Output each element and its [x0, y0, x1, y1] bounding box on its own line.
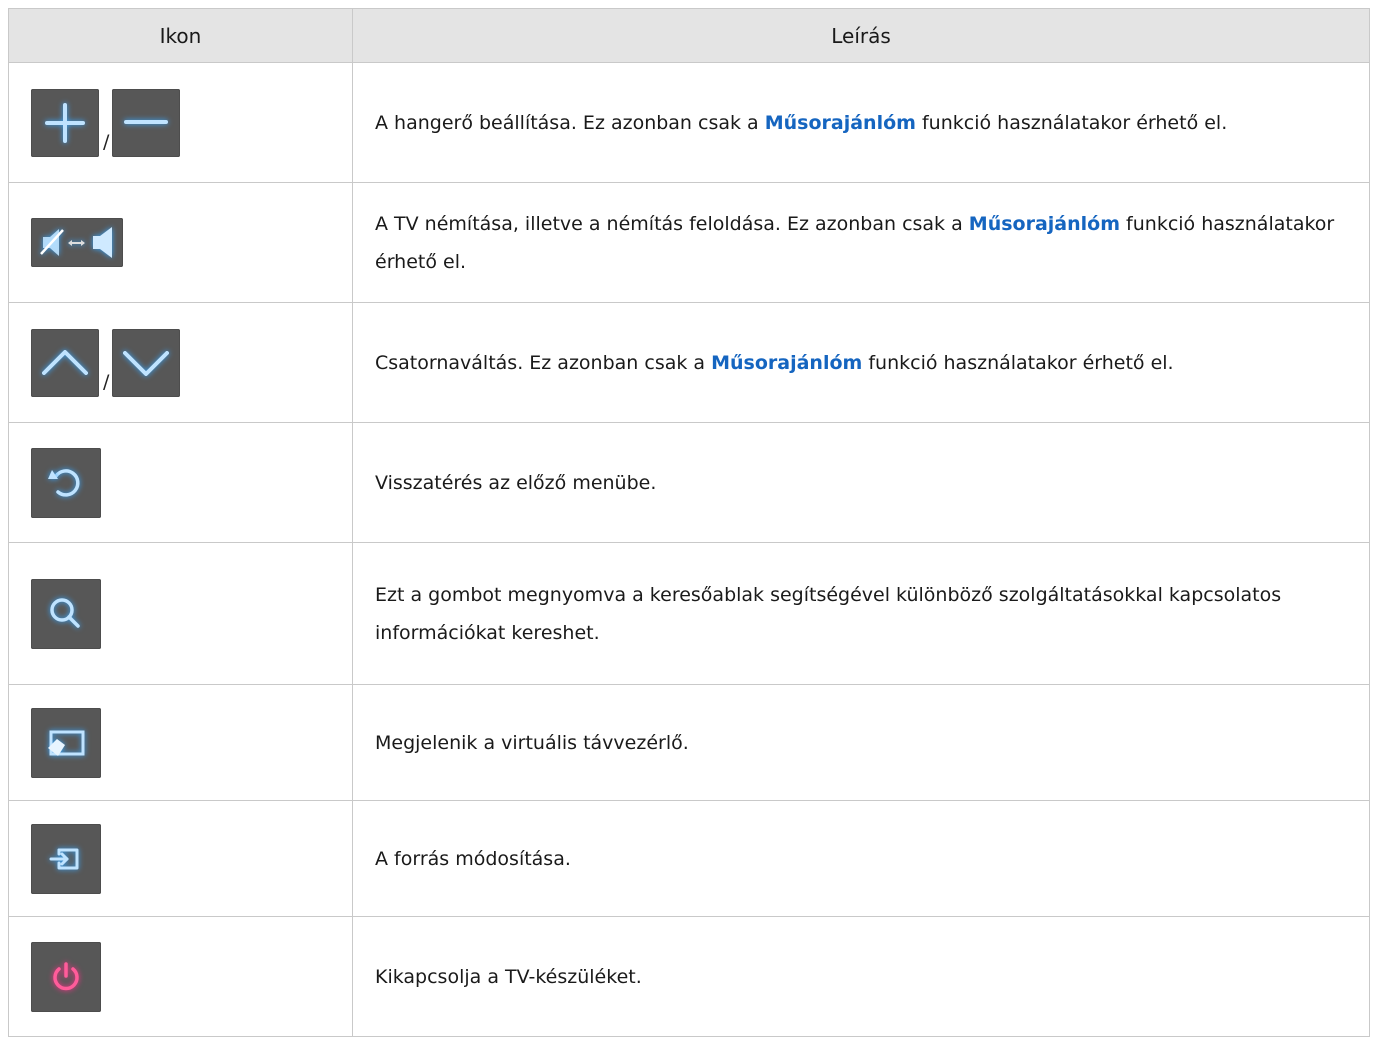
icon-cell — [8, 422, 353, 543]
description-cell: Ezt a gombot megnyomva a keresőablak seg… — [352, 542, 1370, 685]
header-description-column: Leírás — [352, 8, 1370, 63]
description-cell: A hangerő beállítása. Ez azonban csak a … — [352, 62, 1370, 183]
description-text: A TV némítása, illetve a némítás feloldá… — [375, 212, 969, 235]
icon-separator: / — [103, 130, 110, 153]
virtual-remote-icon — [31, 707, 101, 778]
description-cell: Megjelenik a virtuális távvezérlő. — [352, 684, 1370, 801]
icon-cell — [8, 542, 353, 685]
highlight-term: Műsorajánlóm — [711, 351, 863, 374]
description-text: funkció használatakor érhető el. — [862, 351, 1174, 374]
description-cell: A forrás módosítása. — [352, 800, 1370, 917]
table-row: A forrás módosítása. — [8, 800, 1370, 917]
table-row: Kikapcsolja a TV-készüléket. — [8, 916, 1370, 1037]
table-row: Visszatérés az előző menübe. — [8, 422, 1370, 543]
table-row: A TV némítása, illetve a némítás feloldá… — [8, 182, 1370, 303]
icon-cell — [8, 800, 353, 917]
table-row: Megjelenik a virtuális távvezérlő. — [8, 684, 1370, 801]
description-cell: Visszatérés az előző menübe. — [352, 422, 1370, 543]
return-icon — [31, 447, 101, 518]
header-icon-column: Ikon — [8, 8, 353, 63]
minus-icon — [112, 88, 181, 157]
mute-toggle-icon — [31, 218, 123, 267]
table-row: Ezt a gombot megnyomva a keresőablak seg… — [8, 542, 1370, 685]
highlight-term: Műsorajánlóm — [968, 212, 1120, 235]
description-cell: A TV némítása, illetve a némítás feloldá… — [352, 182, 1370, 303]
icon-cell — [8, 182, 353, 303]
plus-icon — [31, 88, 99, 157]
table-row: / Csatornaváltás. Ez azonban csak a Műso… — [8, 302, 1370, 423]
power-icon — [31, 941, 101, 1012]
icon-cell — [8, 684, 353, 801]
search-icon — [31, 578, 101, 649]
icon-separator: / — [103, 370, 110, 393]
table-row: / A hangerő beállítása. Ez azonban csak … — [8, 62, 1370, 183]
description-cell: Kikapcsolja a TV-készüléket. — [352, 916, 1370, 1037]
source-icon — [31, 823, 101, 894]
description-text: A hangerő beállítása. Ez azonban csak a — [375, 111, 765, 134]
description-text: funkció használatakor érhető el. — [915, 111, 1228, 134]
chevron-down-icon — [112, 328, 181, 397]
description-cell: Csatornaváltás. Ez azonban csak a Műsora… — [352, 302, 1370, 423]
chevron-up-icon — [31, 328, 99, 397]
icon-cell — [8, 916, 353, 1037]
icon-cell: / — [8, 302, 353, 423]
icon-cell: / — [8, 62, 353, 183]
icon-description-table: Ikon Leírás / A hangerő beállítása. Ez a… — [8, 8, 1370, 1037]
description-text: Csatornaváltás. Ez azonban csak a — [375, 351, 712, 374]
highlight-term: Műsorajánlóm — [764, 111, 916, 134]
table-header-row: Ikon Leírás — [8, 8, 1370, 63]
